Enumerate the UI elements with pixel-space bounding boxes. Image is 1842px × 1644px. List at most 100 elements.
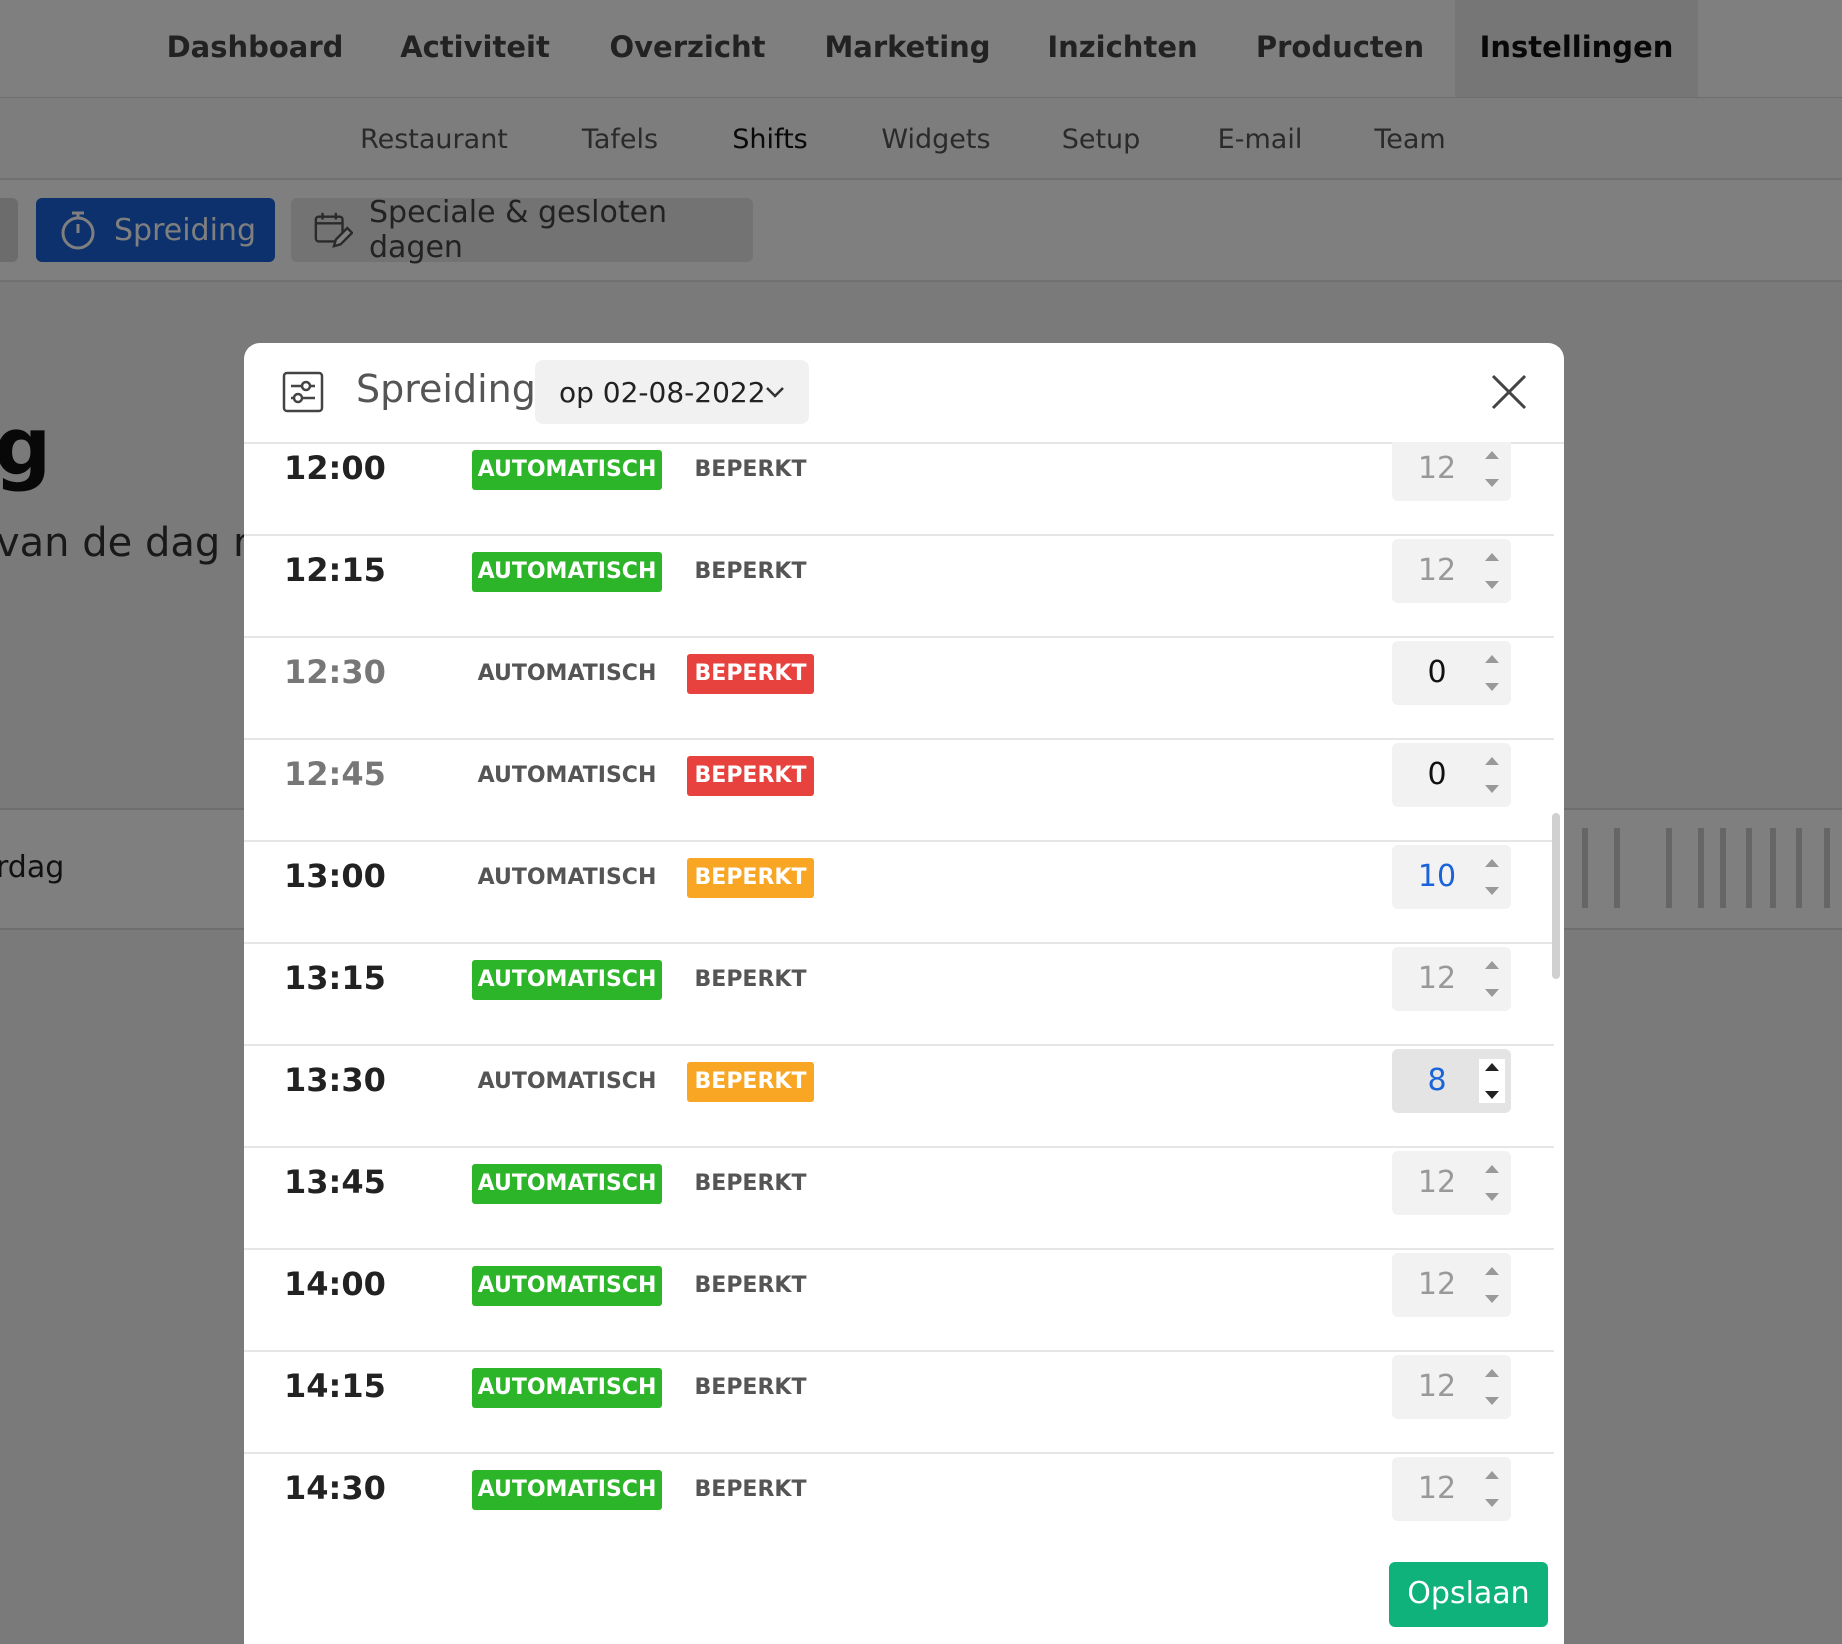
caret-up-icon[interactable] [1485,1165,1499,1173]
capacity-stepper[interactable]: 12 [1392,1355,1511,1419]
beperkt-toggle[interactable]: BEPERKT [687,1470,814,1510]
caret-up-icon[interactable] [1485,1369,1499,1377]
automatisch-toggle[interactable]: AUTOMATISCH [472,1164,662,1204]
caret-down-icon[interactable] [1485,785,1499,793]
caret-up-icon[interactable] [1485,859,1499,867]
automatisch-toggle[interactable]: AUTOMATISCH [472,1266,662,1306]
capacity-value[interactable]: 12 [1392,1253,1482,1317]
stepper-arrows [1479,651,1505,695]
caret-down-icon[interactable] [1485,683,1499,691]
time-slot-time: 14:00 [284,1265,386,1303]
time-slot-row: 12:00 AUTOMATISCH BEPERKT 12 [244,442,1554,536]
date-dropdown[interactable]: op 02-08-2022 [535,360,809,424]
capacity-value[interactable]: 0 [1392,743,1482,807]
capacity-value[interactable]: 8 [1392,1049,1482,1113]
caret-up-icon[interactable] [1485,1063,1499,1071]
sliders-icon [282,371,324,413]
time-slot-time: 12:30 [284,653,386,691]
time-slot-row: 13:00 AUTOMATISCH BEPERKT 10 [244,840,1554,944]
time-slot-time: 12:15 [284,551,386,589]
automatisch-toggle[interactable]: AUTOMATISCH [472,1368,662,1408]
time-slot-time: 13:45 [284,1163,386,1201]
caret-up-icon[interactable] [1485,1267,1499,1275]
date-dropdown-value: op 02-08-2022 [559,375,766,409]
time-slot-time: 12:45 [284,755,386,793]
automatisch-toggle[interactable]: AUTOMATISCH [472,756,662,796]
beperkt-toggle[interactable]: BEPERKT [687,756,814,796]
capacity-value[interactable]: 12 [1392,947,1482,1011]
capacity-stepper[interactable]: 12 [1392,1457,1511,1521]
time-slot-time: 13:00 [284,857,386,895]
capacity-value[interactable]: 12 [1392,442,1482,501]
beperkt-toggle[interactable]: BEPERKT [687,1368,814,1408]
capacity-stepper[interactable]: 0 [1392,743,1511,807]
modal-header: Spreiding op 02-08-2022 [244,343,1564,444]
beperkt-toggle[interactable]: BEPERKT [687,858,814,898]
caret-up-icon[interactable] [1485,757,1499,765]
caret-down-icon[interactable] [1485,1295,1499,1303]
spreiding-modal: Spreiding op 02-08-2022 12:00 AUTOMATISCH… [244,343,1564,1644]
caret-down-icon[interactable] [1485,581,1499,589]
time-slot-time: 13:30 [284,1061,386,1099]
time-slot-list: 12:00 AUTOMATISCH BEPERKT 12 12:15 AUTOMATISC… [244,442,1554,1542]
caret-down-icon[interactable] [1485,887,1499,895]
beperkt-toggle[interactable]: BEPERKT [687,450,814,490]
time-slot-row: 14:00 AUTOMATISCH BEPERKT 12 [244,1248,1554,1352]
beperkt-toggle[interactable]: BEPERKT [687,1164,814,1204]
time-slot-time: 12:00 [284,449,386,487]
automatisch-toggle[interactable]: AUTOMATISCH [472,450,662,490]
save-button[interactable]: Opslaan [1389,1562,1548,1627]
capacity-stepper[interactable]: 12 [1392,1253,1511,1317]
caret-down-icon[interactable] [1485,1397,1499,1405]
capacity-value[interactable]: 12 [1392,1355,1482,1419]
capacity-value[interactable]: 0 [1392,641,1482,705]
caret-up-icon[interactable] [1485,553,1499,561]
capacity-stepper[interactable]: 12 [1392,947,1511,1011]
caret-up-icon[interactable] [1485,961,1499,969]
time-slot-row: 12:30 AUTOMATISCH BEPERKT 0 [244,636,1554,740]
automatisch-toggle[interactable]: AUTOMATISCH [472,858,662,898]
caret-down-icon[interactable] [1485,479,1499,487]
caret-down-icon[interactable] [1485,1091,1499,1099]
automatisch-toggle[interactable]: AUTOMATISCH [472,960,662,1000]
capacity-value[interactable]: 12 [1392,539,1482,603]
caret-down-icon[interactable] [1485,1193,1499,1201]
beperkt-toggle[interactable]: BEPERKT [687,1062,814,1102]
time-slot-time: 13:15 [284,959,386,997]
beperkt-toggle[interactable]: BEPERKT [687,960,814,1000]
modal-scrollbar[interactable] [1552,813,1560,979]
capacity-value[interactable]: 12 [1392,1151,1482,1215]
capacity-value[interactable]: 12 [1392,1457,1482,1521]
beperkt-toggle[interactable]: BEPERKT [687,552,814,592]
capacity-stepper[interactable]: 12 [1392,442,1511,501]
automatisch-toggle[interactable]: AUTOMATISCH [472,654,662,694]
caret-up-icon[interactable] [1485,451,1499,459]
capacity-stepper[interactable]: 10 [1392,845,1511,909]
time-slot-row: 12:45 AUTOMATISCH BEPERKT 0 [244,738,1554,842]
capacity-stepper[interactable]: 12 [1392,1151,1511,1215]
time-slot-time: 14:30 [284,1469,386,1507]
automatisch-toggle[interactable]: AUTOMATISCH [472,552,662,592]
time-slot-row: 12:15 AUTOMATISCH BEPERKT 12 [244,534,1554,638]
beperkt-toggle[interactable]: BEPERKT [687,654,814,694]
stepper-arrows [1479,1059,1505,1103]
stepper-arrows [1479,447,1505,491]
caret-down-icon[interactable] [1485,989,1499,997]
capacity-stepper[interactable]: 0 [1392,641,1511,705]
beperkt-toggle[interactable]: BEPERKT [687,1266,814,1306]
stepper-arrows [1479,957,1505,1001]
modal-title: Spreiding [356,367,536,411]
stepper-arrows [1479,753,1505,797]
automatisch-toggle[interactable]: AUTOMATISCH [472,1470,662,1510]
caret-down-icon[interactable] [1485,1499,1499,1507]
stepper-arrows [1479,1263,1505,1307]
close-icon[interactable] [1488,371,1530,413]
capacity-value[interactable]: 10 [1392,845,1482,909]
stepper-arrows [1479,1467,1505,1511]
chevron-down-icon [763,380,787,404]
capacity-stepper[interactable]: 8 [1392,1049,1511,1113]
automatisch-toggle[interactable]: AUTOMATISCH [472,1062,662,1102]
caret-up-icon[interactable] [1485,655,1499,663]
capacity-stepper[interactable]: 12 [1392,539,1511,603]
caret-up-icon[interactable] [1485,1471,1499,1479]
